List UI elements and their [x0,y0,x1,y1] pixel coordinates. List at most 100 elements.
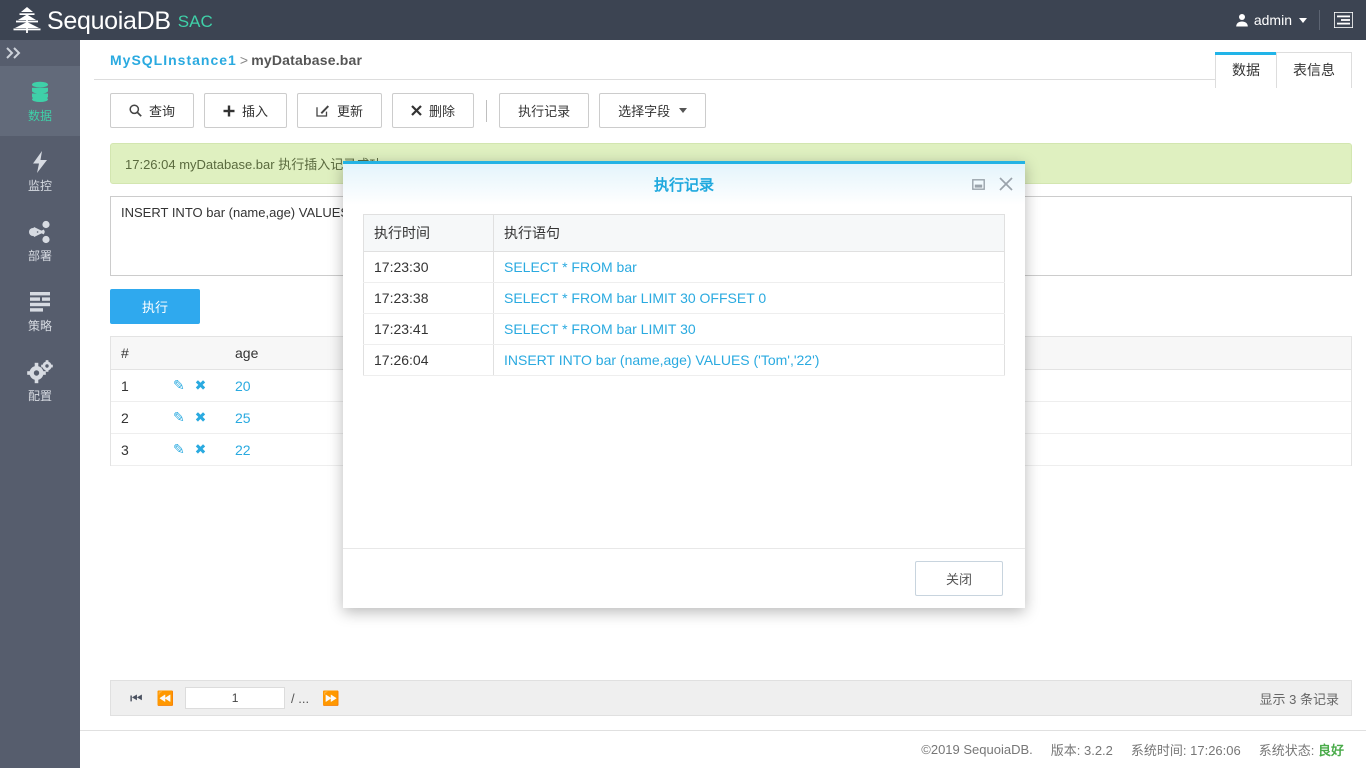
close-x-icon[interactable]: ✖ [195,409,207,425]
history-statement[interactable]: INSERT INTO bar (name,age) VALUES ('Tom'… [494,345,1005,376]
toolbar: 查询 插入 更新 删除 执行记录 [94,80,1352,128]
app-footer: ©2019 SequoiaDB. 版本: 3.2.2 系统时间: 17:26:0… [80,730,1366,768]
user-menu[interactable]: admin [1223,0,1319,40]
share-nodes-icon [28,219,52,245]
double-chevron-right-icon [6,47,22,59]
search-icon [129,104,142,117]
edit-icon [316,104,330,117]
system-status: 系统状态: 良好 [1259,740,1344,759]
sidebar-item-deploy[interactable]: 部署 [0,206,80,276]
bolt-icon [29,149,51,175]
history-time: 17:23:38 [364,283,494,314]
sidebar: 数据 监控 部署 [0,40,80,768]
modal-actions [972,164,1013,206]
toolbar-divider [486,100,487,122]
close-icon[interactable] [999,177,1013,193]
version-label: 版本: 3.2.2 [1051,740,1113,759]
sidebar-item-data[interactable]: 数据 [0,66,80,136]
close-button[interactable]: 关闭 [915,561,1003,596]
modal-title: 执行记录 [654,174,714,195]
history-statement[interactable]: SELECT * FROM bar LIMIT 30 [494,314,1005,345]
next-page-icon[interactable]: ⏩ [315,690,346,707]
row-index: 1 [111,370,163,402]
history-time: 17:26:04 [364,345,494,376]
history-statement[interactable]: SELECT * FROM bar LIMIT 30 OFFSET 0 [494,283,1005,314]
edit-icon[interactable]: ✎︎ [173,409,185,425]
page-number-input[interactable] [185,687,285,709]
modal-header: 执行记录 [343,164,1025,206]
history-time: 17:23:41 [364,314,494,345]
delete-button[interactable]: 删除 [392,93,474,128]
brand-subtitle: SAC [178,9,213,35]
history-row[interactable]: 17:26:04 INSERT INTO bar (name,age) VALU… [364,345,1005,376]
history-row[interactable]: 17:23:38 SELECT * FROM bar LIMIT 30 OFFS… [364,283,1005,314]
first-page-icon[interactable]: ⏮ [123,690,150,707]
database-icon [28,79,52,105]
execution-history-modal: 执行记录 执行时间 执行语句 [343,161,1025,608]
tab-table-info[interactable]: 表信息 [1276,52,1352,88]
history-row[interactable]: 17:23:30 SELECT * FROM bar [364,252,1005,283]
edit-icon[interactable]: ✎︎ [173,377,185,393]
user-icon [1235,13,1249,27]
prev-page-icon[interactable]: ⏪ [150,690,181,707]
gears-icon [27,359,53,385]
history-button[interactable]: 执行记录 [499,93,589,128]
close-x-icon[interactable]: ✖ [195,377,207,393]
list-bars-icon [28,289,52,315]
row-actions: ✎︎ ✖ [163,370,225,402]
sidebar-item-label: 配置 [28,389,52,403]
row-index: 3 [111,434,163,466]
insert-button-label: 插入 [242,101,268,120]
modal-body: 执行时间 执行语句 17:23:30 SELECT * FROM bar 17:… [343,206,1025,548]
history-row[interactable]: 17:23:41 SELECT * FROM bar LIMIT 30 [364,314,1005,345]
select-fields-label: 选择字段 [618,101,670,120]
close-x-icon[interactable]: ✖ [195,441,207,457]
sidebar-item-config[interactable]: 配置 [0,346,80,416]
breadcrumb-link[interactable]: MySQLInstance1 [110,52,237,68]
menu-icon [1334,12,1353,28]
breadcrumb: MySQLInstance1>myDatabase.bar [110,52,1352,68]
column-exec-time: 执行时间 [364,215,494,252]
insert-button[interactable]: 插入 [204,93,287,128]
history-header-row: 执行时间 执行语句 [364,215,1005,252]
sidebar-item-policy[interactable]: 策略 [0,276,80,346]
close-x-icon [411,105,422,116]
row-actions: ✎︎ ✖ [163,434,225,466]
sidebar-collapse-button[interactable] [0,40,80,66]
update-button[interactable]: 更新 [297,93,382,128]
sidebar-item-monitor[interactable]: 监控 [0,136,80,206]
menu-toggle-button[interactable] [1320,0,1366,40]
record-count-label: 显示 3 条记录 [1260,689,1339,708]
plus-icon [223,105,235,117]
query-button[interactable]: 查询 [110,93,194,128]
brand: SequoiaDB SAC [0,5,213,35]
sidebar-item-label: 部署 [28,249,52,263]
page-total-label: / ... [291,691,309,706]
tree-logo-icon [10,5,44,35]
modal-footer: 关闭 [343,548,1025,608]
update-button-label: 更新 [337,101,363,120]
breadcrumb-current: myDatabase.bar [251,52,362,68]
pagination-bar: ⏮ ⏪ / ... ⏩ 显示 3 条记录 [110,680,1352,716]
breadcrumb-row: MySQLInstance1>myDatabase.bar 数据 表信息 [94,40,1352,80]
row-actions: ✎︎ ✖ [163,402,225,434]
delete-button-label: 删除 [429,101,455,120]
chevron-down-icon [679,108,687,113]
history-button-label: 执行记录 [518,101,570,120]
system-time-label: 系统时间: 17:26:06 [1131,740,1241,759]
app-header: SequoiaDB SAC admin [0,0,1366,40]
column-exec-statement: 执行语句 [494,215,1005,252]
minimize-icon[interactable] [972,178,985,193]
sidebar-item-label: 策略 [28,319,52,333]
execute-button[interactable]: 执行 [110,289,200,324]
column-index: # [111,337,163,370]
system-status-value: 良好 [1318,743,1344,758]
tab-data[interactable]: 数据 [1215,52,1277,88]
query-button-label: 查询 [149,101,175,120]
header-right: admin [1223,0,1366,40]
copyright-label: ©2019 SequoiaDB. [921,742,1033,757]
select-fields-button[interactable]: 选择字段 [599,93,706,128]
edit-icon[interactable]: ✎︎ [173,441,185,457]
history-statement[interactable]: SELECT * FROM bar [494,252,1005,283]
column-actions [163,337,225,370]
